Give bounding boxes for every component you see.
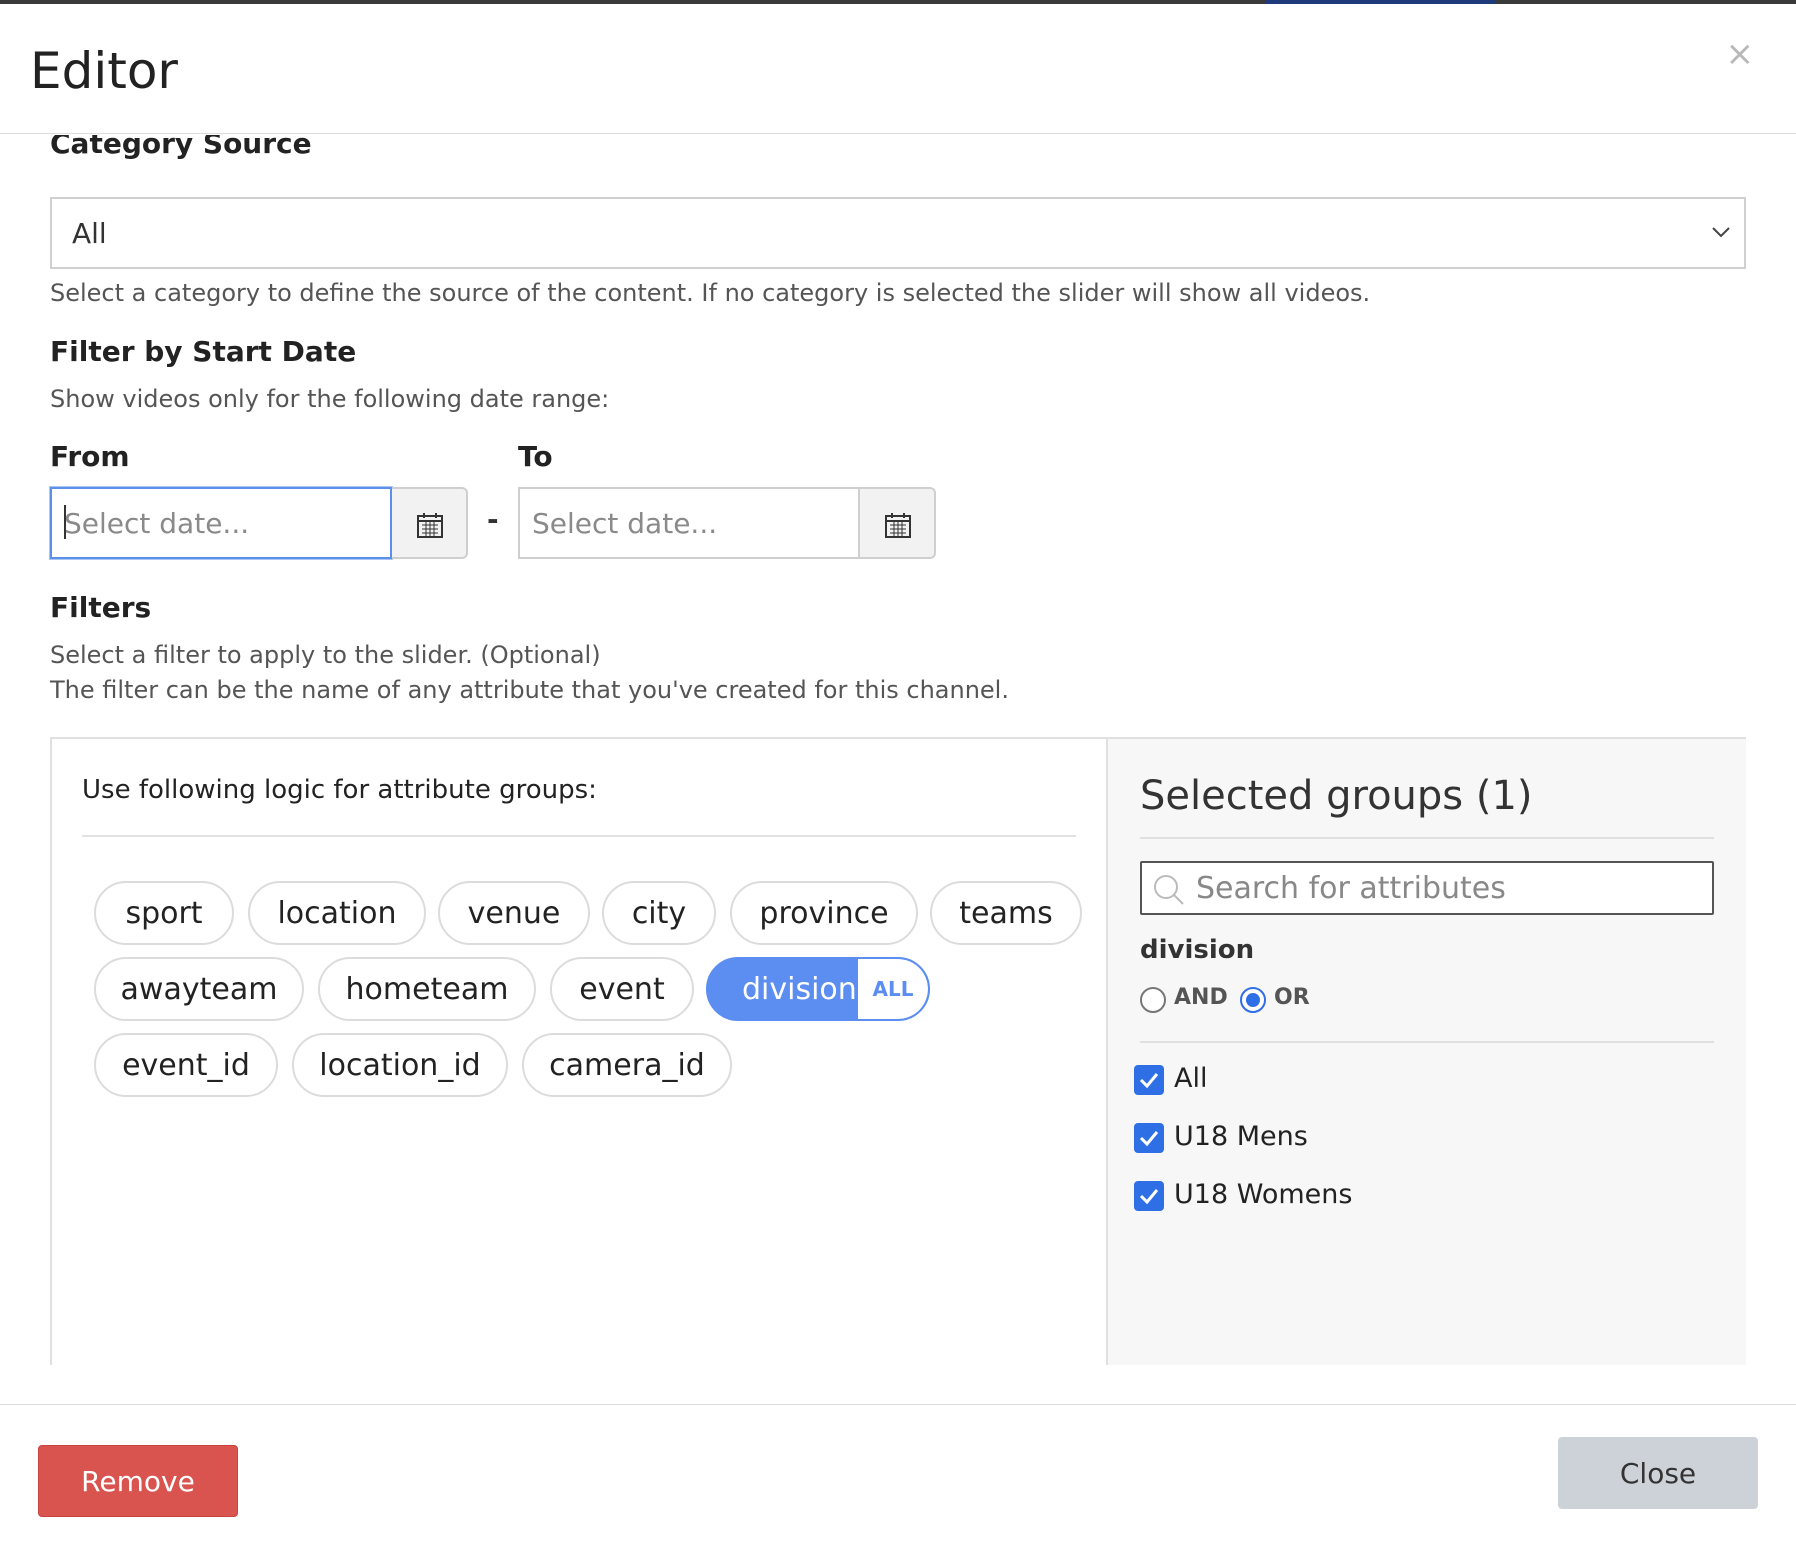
check-icon (1139, 1073, 1159, 1089)
filters-help-line2: The filter can be the name of any attrib… (50, 676, 1009, 704)
to-date-placeholder: Select date... (532, 507, 718, 540)
group-name: division (1140, 935, 1255, 965)
category-source-label: Category Source (50, 135, 312, 160)
calendar-icon (417, 513, 443, 538)
dialog-title: Editor (30, 42, 178, 100)
filter-panel: Use following logic for attribute groups… (50, 737, 1746, 1365)
chip-awayteam[interactable]: awayteam (94, 957, 304, 1021)
text-caret (64, 505, 66, 539)
to-date-input[interactable]: Select date... (518, 487, 860, 559)
chip-event[interactable]: event (550, 957, 694, 1021)
checkbox-u18-mens[interactable] (1134, 1123, 1164, 1153)
divider (82, 835, 1076, 837)
to-label: To (518, 440, 553, 473)
to-calendar-button[interactable] (860, 487, 936, 559)
logic-label: Use following logic for attribute groups… (82, 775, 597, 805)
search-icon (1154, 875, 1184, 905)
check-icon (1139, 1189, 1159, 1205)
dialog-footer: Remove Close (0, 1404, 1796, 1554)
category-source-help: Select a category to define the source o… (50, 279, 1371, 307)
search-placeholder: Search for attributes (1196, 871, 1506, 906)
chip-sport[interactable]: sport (94, 881, 234, 945)
chip-hometeam[interactable]: hometeam (318, 957, 536, 1021)
dialog-body: Category Source All Select a category to… (0, 135, 1796, 1365)
radio-and-label: AND (1174, 985, 1228, 1010)
filters-help-line1: Select a filter to apply to the slider. … (50, 641, 601, 669)
dialog-header: Editor × (0, 4, 1796, 134)
attribute-search-input[interactable]: Search for attributes (1140, 861, 1714, 915)
chip-event-id[interactable]: event_id (94, 1033, 278, 1097)
close-icon[interactable]: × (1726, 34, 1755, 74)
divider (1140, 837, 1714, 839)
from-date-placeholder: Select date... (64, 507, 250, 540)
chip-city[interactable]: city (602, 881, 716, 945)
chip-venue[interactable]: venue (438, 881, 590, 945)
chip-camera-id[interactable]: camera_id (522, 1033, 732, 1097)
chip-division-label: division (742, 971, 857, 1007)
selected-groups-pane: Selected groups (1) Search for attribute… (1106, 739, 1746, 1365)
chevron-down-icon (1712, 227, 1730, 238)
category-source-select[interactable]: All (50, 197, 1746, 269)
checkbox-all-label: All (1174, 1063, 1208, 1094)
date-range-separator: - (487, 503, 499, 536)
chip-division-active[interactable]: division ALL (706, 957, 930, 1021)
radio-or-label: OR (1274, 985, 1310, 1010)
chip-teams[interactable]: teams (930, 881, 1082, 945)
checkbox-all[interactable] (1134, 1065, 1164, 1095)
from-label: From (50, 440, 130, 473)
category-source-value: All (72, 217, 107, 250)
checkbox-u18-womens-label: U18 Womens (1174, 1179, 1353, 1210)
divider (1140, 1041, 1714, 1043)
check-icon (1139, 1131, 1159, 1147)
radio-or[interactable] (1240, 987, 1266, 1013)
chip-location[interactable]: location (248, 881, 426, 945)
date-filter-label: Filter by Start Date (50, 335, 357, 368)
calendar-icon (885, 513, 911, 538)
checkbox-u18-mens-label: U18 Mens (1174, 1121, 1308, 1152)
attribute-groups-pane: Use following logic for attribute groups… (52, 739, 1106, 1365)
checkbox-u18-womens[interactable] (1134, 1181, 1164, 1211)
from-date-input[interactable]: Select date... (50, 487, 392, 559)
chip-location-id[interactable]: location_id (292, 1033, 508, 1097)
remove-button[interactable]: Remove (38, 1445, 238, 1517)
close-button[interactable]: Close (1558, 1437, 1758, 1509)
date-filter-help: Show videos only for the following date … (50, 385, 610, 413)
chip-province[interactable]: province (730, 881, 918, 945)
chip-logic-tag[interactable]: ALL (858, 959, 928, 1019)
from-calendar-button[interactable] (392, 487, 468, 559)
radio-and[interactable] (1140, 987, 1166, 1013)
filters-label: Filters (50, 591, 152, 624)
selected-groups-title: Selected groups (1) (1140, 773, 1533, 819)
